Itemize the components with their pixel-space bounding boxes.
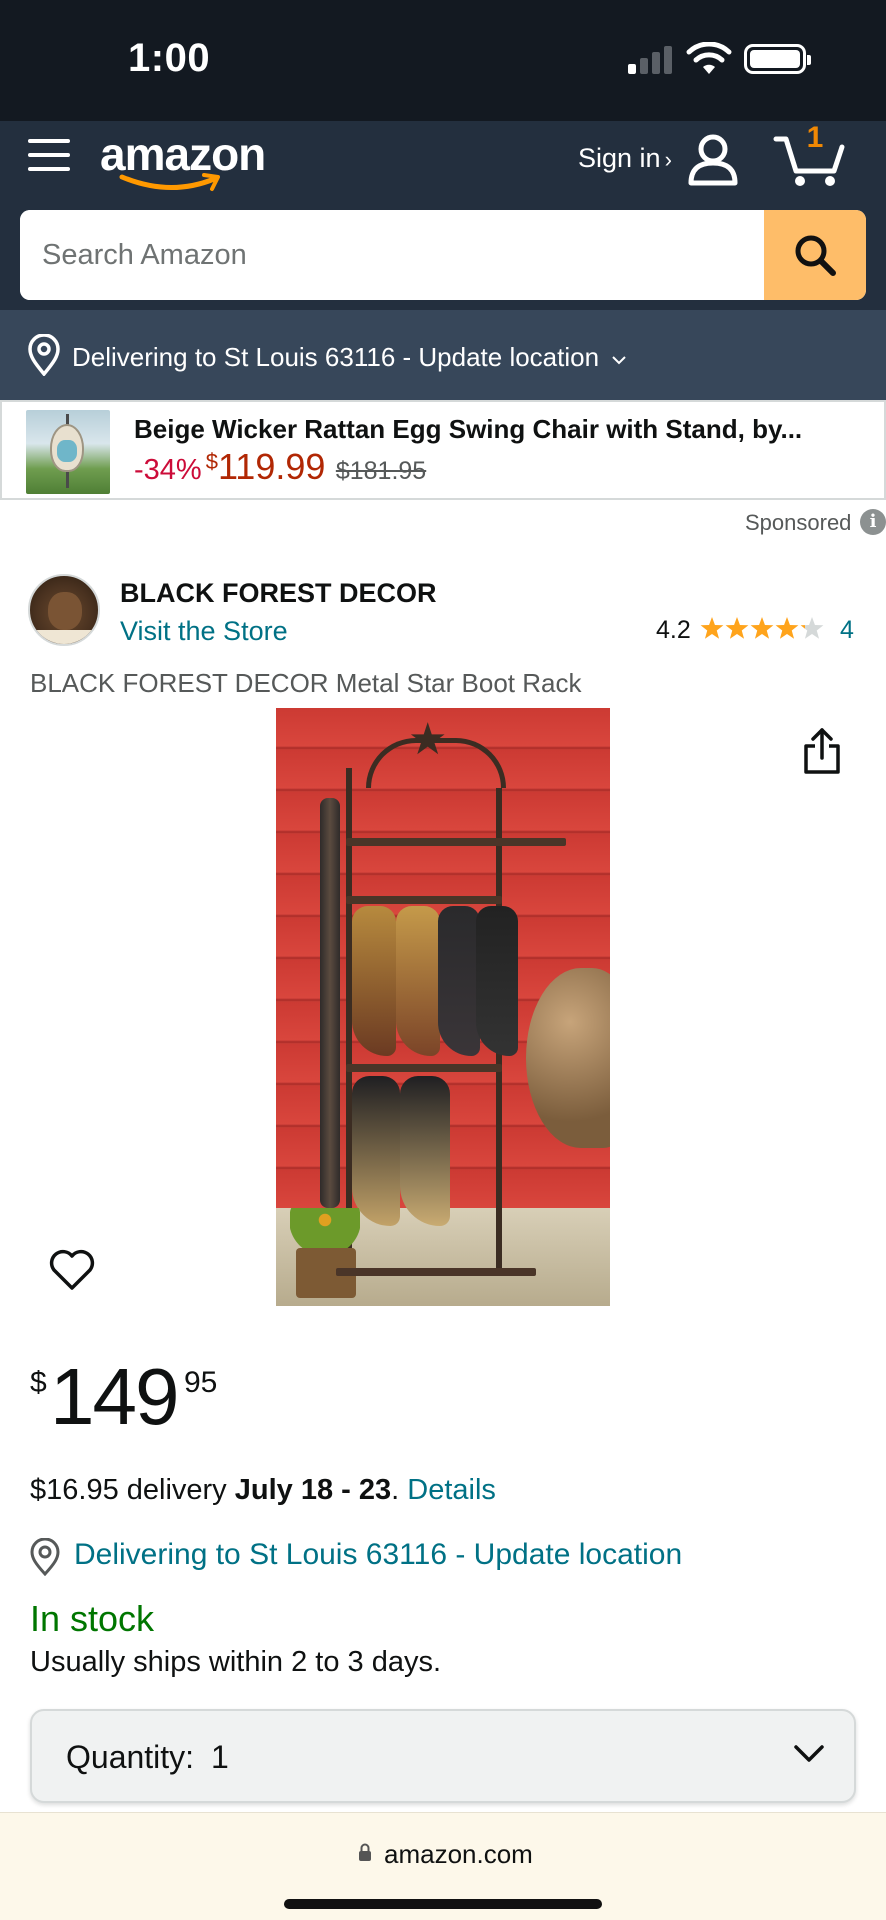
location-text: Delivering to St Louis 63116 - Update lo…: [72, 342, 628, 373]
menu-icon[interactable]: [28, 135, 72, 175]
chevron-down-icon: [612, 356, 627, 365]
ad-title[interactable]: Beige Wicker Rattan Egg Swing Chair with…: [134, 414, 802, 445]
url-text: amazon.com: [384, 1839, 533, 1869]
cart-count: 1: [806, 121, 824, 154]
ad-list-price: $181.95: [335, 457, 427, 485]
ad-price-row: -34% $119.99 $181.95: [134, 446, 426, 488]
details-link[interactable]: Details: [407, 1474, 496, 1506]
status-time: 1:00: [128, 36, 211, 80]
chevron-down-icon: [794, 1745, 824, 1762]
header: amazon Sign in › 1: [0, 121, 886, 310]
location-pin-icon: [30, 1538, 60, 1576]
delivery-fee: $16.95 delivery: [30, 1474, 235, 1506]
delivery-dates: July 18 - 23: [234, 1474, 392, 1506]
delivering-to-link[interactable]: Delivering to St Louis 63116 - Update lo…: [74, 1538, 682, 1572]
quantity-value: 1: [210, 1739, 229, 1775]
info-icon[interactable]: i: [860, 509, 886, 535]
status-bar: 1:00: [0, 0, 886, 121]
price-fraction: 95: [184, 1366, 218, 1399]
sign-in-label: Sign in: [578, 143, 661, 173]
quantity-label: Quantity: 1: [66, 1739, 229, 1776]
shipping-note: Usually ships within 2 to 3 days.: [30, 1646, 442, 1678]
brand-logo[interactable]: [28, 574, 100, 646]
quantity-label-text: Quantity:: [66, 1739, 195, 1775]
battery-icon: [744, 44, 811, 74]
chevron-right-icon: ›: [664, 147, 672, 172]
delivery-period: .: [391, 1474, 408, 1506]
ad-discount: -34%: [134, 454, 202, 486]
rating-stars[interactable]: [700, 614, 824, 644]
delivery-location-bar[interactable]: Delivering to St Louis 63116 - Update lo…: [0, 310, 886, 400]
search-button[interactable]: [764, 210, 866, 300]
smile-arrow-icon: [119, 173, 220, 191]
share-icon[interactable]: [800, 726, 844, 776]
location-pin-icon: [28, 334, 60, 376]
star-icon: [725, 617, 749, 639]
search-input[interactable]: [20, 210, 764, 300]
search-bar: [20, 210, 866, 300]
product-title: BLACK FOREST DECOR Metal Star Boot Rack: [30, 668, 582, 698]
stock-status: In stock: [30, 1598, 155, 1639]
visit-store-link[interactable]: Visit the Store: [120, 616, 288, 647]
product-image[interactable]: ★: [276, 708, 610, 1306]
user-icon[interactable]: [686, 131, 740, 187]
quantity-select[interactable]: Quantity: 1: [30, 1709, 856, 1803]
sign-in-link[interactable]: Sign in ›: [578, 143, 672, 174]
wifi-icon: [686, 42, 732, 74]
rating-count-link[interactable]: 4: [840, 616, 854, 645]
location-label: Delivering to St Louis 63116 - Update lo…: [72, 342, 600, 372]
brand-name: BLACK FOREST DECOR: [120, 578, 437, 608]
star-icon: [775, 617, 799, 639]
ad-price: 119.99: [217, 446, 326, 487]
star-icon: [750, 617, 774, 639]
delivery-info: $16.95 delivery July 18 - 23. Details: [30, 1474, 496, 1507]
star-icon: [800, 617, 824, 639]
star-ornament: ★: [408, 715, 448, 764]
ad-currency: $: [205, 449, 218, 474]
rating-value: 4.2: [656, 616, 691, 644]
signal-icon: [628, 46, 674, 74]
ad-product-image[interactable]: [26, 410, 110, 494]
sponsored-label: Sponsored: [745, 510, 852, 535]
amazon-logo[interactable]: amazon: [100, 127, 270, 193]
heart-icon[interactable]: [48, 1248, 96, 1292]
star-icon: [700, 617, 724, 639]
sponsored-ad-banner[interactable]: Beige Wicker Rattan Egg Swing Chair with…: [0, 400, 886, 500]
home-indicator[interactable]: [284, 1899, 602, 1909]
search-icon: [795, 235, 836, 276]
price-whole: 149: [50, 1352, 179, 1441]
price-currency: $: [30, 1366, 47, 1399]
lock-icon: [359, 1843, 371, 1861]
browser-address-bar[interactable]: amazon.com: [0, 1812, 886, 1920]
cart-button[interactable]: 1: [772, 121, 846, 191]
